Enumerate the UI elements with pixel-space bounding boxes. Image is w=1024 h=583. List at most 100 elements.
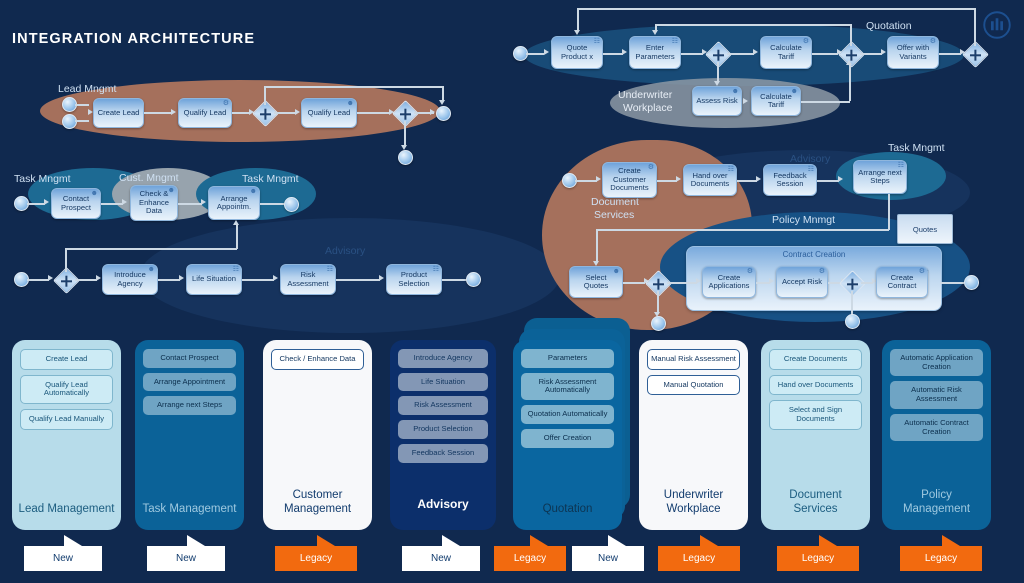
subprocess-title: Contract Creation xyxy=(782,250,846,259)
chip[interactable]: Qualify Lead Automatically xyxy=(20,374,113,405)
chip[interactable]: Contact Prospect xyxy=(143,349,236,368)
chip[interactable]: Automatic Contract Creation xyxy=(890,413,983,442)
card-task-management[interactable]: Contact Prospect Arrange Appointment Arr… xyxy=(135,340,244,530)
chip[interactable]: Arrange Appointment xyxy=(143,372,236,392)
task-create-applications[interactable]: ⚙ Create Applications xyxy=(702,266,756,298)
task-arrange-appointment[interactable]: ☻ Arrange Appointm. xyxy=(208,186,260,220)
card-policy-management[interactable]: Automatic Application Creation Automatic… xyxy=(882,340,991,530)
arrowhead xyxy=(676,176,681,182)
end-event-contract-alt xyxy=(845,314,860,329)
connector xyxy=(264,86,266,105)
end-event-lead-alt xyxy=(398,150,413,165)
card-underwriter-workplace[interactable]: Manual Risk Assessment Manual Quotation … xyxy=(639,340,748,530)
task-create-lead[interactable]: Create Lead xyxy=(93,98,144,128)
card-quotation[interactable]: Parameters Risk Assessment Automatically… xyxy=(513,340,622,530)
chip[interactable]: Create Lead xyxy=(20,349,113,370)
group-task-icon: ☷ xyxy=(326,266,333,273)
task-calculate-tariff[interactable]: ⚙ Calculate Tariff xyxy=(760,36,812,69)
card-title: Customer Management xyxy=(283,488,352,515)
task-check-enhance-data[interactable]: ☻ Check & Enhance Data xyxy=(130,185,178,221)
card-chip-list: Introduce Agency Life Situation Risk Ass… xyxy=(398,349,488,468)
chip[interactable]: Parameters xyxy=(521,349,614,368)
chip[interactable]: Create Documents xyxy=(769,349,862,370)
task-label: Create Customer Documents xyxy=(610,166,649,193)
gateway-quotation-3 xyxy=(962,41,989,68)
task-feedback-session[interactable]: ☷ Feedback Session xyxy=(763,164,817,196)
pool-label-advisory-left: Advisory xyxy=(325,245,366,257)
banner-new: New xyxy=(24,535,102,571)
task-calculate-tariff-uw[interactable]: ☻ Calculate Tariff xyxy=(751,86,801,116)
chip[interactable]: Introduce Agency xyxy=(398,349,488,368)
connector xyxy=(65,248,67,272)
chip[interactable]: Manual Risk Assessment xyxy=(647,349,740,370)
task-qualify-lead-manual[interactable]: ☻ Qualify Lead xyxy=(301,98,357,128)
card-advisory[interactable]: Introduce Agency Life Situation Risk Ass… xyxy=(390,340,496,530)
chip[interactable]: Qualify Lead Manually xyxy=(20,409,113,430)
chip[interactable]: Offer Creation xyxy=(521,428,614,448)
banner-new: New xyxy=(147,535,225,571)
task-create-contract[interactable]: ⚙ Create Contract xyxy=(876,266,928,298)
task-hand-over-documents[interactable]: ☷ Hand over Documents xyxy=(683,164,737,196)
chip[interactable]: Feedback Session xyxy=(398,443,488,463)
chip[interactable]: Arrange next Steps xyxy=(143,396,236,416)
chip[interactable]: Risk Assessment Automatically xyxy=(521,372,614,401)
arrowhead xyxy=(233,220,239,225)
task-create-customer-documents[interactable]: ⚙ Create Customer Documents xyxy=(602,162,657,198)
task-product-selection[interactable]: ☷ Product Selection xyxy=(386,264,442,295)
chip[interactable]: Product Selection xyxy=(398,420,488,439)
task-label: Enter Parameters xyxy=(635,43,675,61)
card-document-services[interactable]: Create Documents Hand over Documents Sel… xyxy=(761,340,870,530)
service-task-icon: ⚙ xyxy=(647,164,654,171)
card-customer-management[interactable]: Check / Enhance Data Customer Management xyxy=(263,340,372,530)
chip[interactable]: Select and Sign Documents xyxy=(769,400,862,430)
task-label: Calculate Tariff xyxy=(770,43,802,61)
chip[interactable]: Life Situation xyxy=(398,372,488,392)
task-label: Arrange next Steps xyxy=(858,167,902,185)
connector xyxy=(657,180,677,182)
banner-label: New xyxy=(175,553,196,564)
chip[interactable]: Automatic Risk Assessment xyxy=(890,381,983,409)
card-lead-management[interactable]: Create Lead Qualify Lead Automatically Q… xyxy=(12,340,121,530)
task-accept-risk[interactable]: ⚙ Accept Risk xyxy=(776,266,828,298)
task-label: Create Applications xyxy=(708,272,750,290)
arrowhead xyxy=(596,176,601,182)
arrowhead xyxy=(295,109,300,115)
task-label: Product Selection xyxy=(398,270,430,288)
task-qualify-lead-auto[interactable]: ⚙ Qualify Lead xyxy=(178,98,232,128)
connector xyxy=(577,8,975,10)
connector xyxy=(236,225,238,249)
task-life-situation[interactable]: ☷ Life Situation xyxy=(186,264,242,295)
pool-label-policy-mnmgt: Policy Mnmgt xyxy=(772,214,836,226)
chip[interactable]: Check / Enhance Data xyxy=(271,349,364,370)
task-label: Introduce Agency xyxy=(114,270,146,288)
connector xyxy=(75,279,97,281)
task-enter-parameters[interactable]: ☷ Enter Parameters xyxy=(629,36,681,69)
chip[interactable]: Manual Quotation xyxy=(647,374,740,396)
task-risk-assessment[interactable]: ☷ Risk Assessment xyxy=(280,264,336,295)
chip[interactable]: Quotation Automatically xyxy=(521,405,614,424)
task-label: Quote Product x xyxy=(560,43,594,61)
task-offer-with-variants[interactable]: ⚙ Offer with Variants xyxy=(887,36,939,69)
task-arrange-next-steps[interactable]: ☷ Arrange next Steps xyxy=(853,160,907,194)
service-task-icon: ⚙ xyxy=(746,268,753,275)
arrowhead xyxy=(179,275,184,281)
chip[interactable]: Risk Assessment xyxy=(398,396,488,416)
user-task-icon: ☻ xyxy=(249,188,257,195)
connector xyxy=(260,203,284,205)
connector xyxy=(274,112,296,114)
task-label: Hand over Documents xyxy=(690,170,730,188)
task-label: Assess Risk xyxy=(696,95,738,105)
card-chip-list: Create Documents Hand over Documents Sel… xyxy=(769,349,862,435)
task-assess-risk[interactable]: ☻ Assess Risk xyxy=(692,86,742,116)
task-select-quotes[interactable]: ☻ Select Quotes xyxy=(569,266,623,298)
task-quote-product-x[interactable]: ☷ Quote Product x xyxy=(551,36,603,69)
group-task-icon: ☷ xyxy=(807,166,814,173)
connector xyxy=(357,112,390,114)
task-introduce-agency[interactable]: ☻ Introduce Agency xyxy=(102,264,158,295)
chip[interactable]: Hand over Documents xyxy=(769,374,862,396)
task-label: Qualify Lead xyxy=(307,107,351,117)
banner-legacy: Legacy xyxy=(275,535,357,571)
chip[interactable]: Automatic Application Creation xyxy=(890,349,983,377)
data-object-quotes: Quotes xyxy=(897,214,953,244)
task-contact-prospect[interactable]: ☻ Contact Prospect xyxy=(51,188,101,219)
